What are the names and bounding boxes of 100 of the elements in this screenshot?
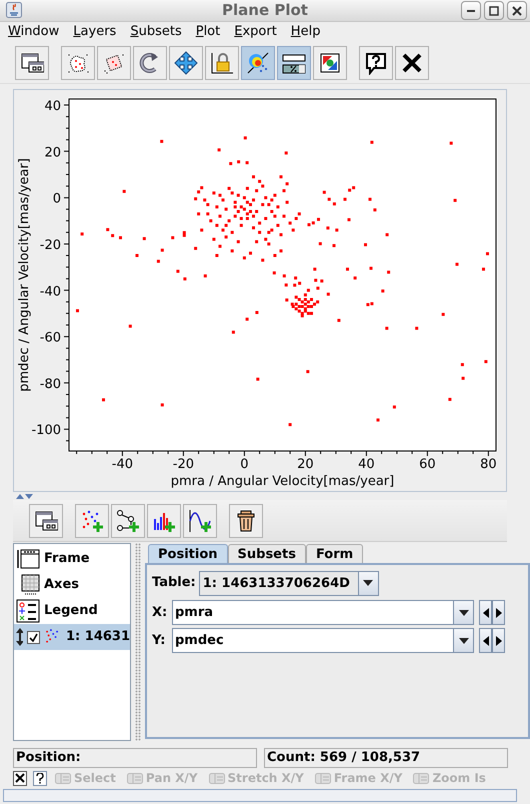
data-point <box>316 286 320 290</box>
data-point <box>261 258 264 262</box>
column-dropdown[interactable]: pmdec <box>172 628 474 653</box>
data-point <box>106 228 110 232</box>
data-point <box>160 248 164 252</box>
toolbar-button[interactable] <box>183 504 217 538</box>
data-point <box>237 160 240 164</box>
table-dropdown[interactable]: 1: 1463133706264D <box>198 570 379 596</box>
data-point <box>332 202 336 206</box>
toolbar-button[interactable] <box>395 46 429 80</box>
data-point <box>176 270 180 273</box>
previous-button[interactable] <box>479 628 492 653</box>
data-point <box>450 142 453 145</box>
toolbar-button[interactable] <box>229 504 263 538</box>
y-tick-label: -80 <box>40 376 61 392</box>
data-point <box>240 224 243 227</box>
toolbar-button[interactable] <box>205 46 239 80</box>
menu-item[interactable]: Help <box>290 22 320 42</box>
close-icon <box>400 50 424 74</box>
heatmap-icon <box>246 50 270 74</box>
data-point <box>234 214 237 218</box>
toolbar-button[interactable] <box>61 46 95 80</box>
menu-item[interactable]: Subsets <box>130 22 182 42</box>
x-tick-label: 60 <box>419 457 436 472</box>
data-point <box>298 212 301 216</box>
tab[interactable]: Position <box>148 544 228 563</box>
data-point <box>171 236 174 240</box>
data-point <box>337 318 340 322</box>
data-point <box>256 378 260 381</box>
data-point <box>462 376 465 380</box>
column-dropdown[interactable]: pmra <box>172 600 474 625</box>
toolbar-button[interactable] <box>133 46 167 80</box>
toolbar-button[interactable] <box>169 46 203 80</box>
toolbar-button[interactable] <box>15 46 49 80</box>
close-toggle[interactable] <box>13 770 27 786</box>
drag-arrows-icon[interactable] <box>16 628 24 646</box>
close-button[interactable] <box>507 1 527 20</box>
data-point <box>284 152 288 154</box>
maximize-icon <box>489 6 499 16</box>
dropdown-arrow-button[interactable] <box>358 572 378 594</box>
data-point <box>264 217 268 220</box>
layer-list-item[interactable]: 1: 14631 <box>14 624 130 650</box>
data-point <box>230 192 234 194</box>
dropdown-arrow-button[interactable] <box>453 601 473 624</box>
toolbar-button[interactable] <box>111 504 145 538</box>
toolbar-button[interactable] <box>359 46 393 80</box>
tab[interactable]: Subsets <box>228 544 306 563</box>
data-point <box>460 363 464 366</box>
data-point <box>276 224 280 227</box>
next-button[interactable] <box>492 600 505 625</box>
help-toggle[interactable] <box>33 770 47 786</box>
data-point <box>280 233 282 236</box>
data-point <box>200 228 204 232</box>
visibility-checkbox[interactable] <box>27 630 40 644</box>
data-point <box>252 198 255 202</box>
menu-item[interactable]: Export <box>234 22 277 42</box>
coordinate-label: Y: <box>152 632 166 650</box>
y-tick-label: -20 <box>40 238 61 253</box>
window-title: Plane Plot <box>222 0 308 22</box>
data-point <box>183 277 186 280</box>
column-value: pmdec <box>174 632 225 650</box>
maximize-button[interactable] <box>484 1 504 20</box>
caret-icon <box>458 610 468 616</box>
frame-icon <box>16 547 40 571</box>
data-point <box>484 360 488 364</box>
data-point <box>292 228 295 232</box>
menu-item[interactable]: Plot <box>196 22 220 42</box>
data-point <box>293 284 296 287</box>
checkmark-icon <box>28 632 38 642</box>
toolbar-button[interactable] <box>29 504 63 538</box>
data-point <box>224 208 228 211</box>
toolbar-button[interactable] <box>147 504 181 538</box>
data-point <box>255 311 258 314</box>
left-arrow-icon <box>482 608 488 618</box>
data-point <box>218 214 222 218</box>
tab[interactable]: Form <box>306 544 364 563</box>
data-point <box>215 205 218 208</box>
data-point <box>255 240 258 244</box>
previous-button[interactable] <box>479 600 492 625</box>
toolbar-button[interactable] <box>277 46 311 80</box>
data-point <box>286 182 289 186</box>
data-point <box>246 186 249 190</box>
minimize-button[interactable] <box>461 1 481 20</box>
dropdown-arrow-button[interactable] <box>453 629 473 652</box>
x-tick-label: -20 <box>172 457 194 472</box>
data-point <box>236 240 240 244</box>
data-point <box>294 217 298 220</box>
data-point <box>76 309 79 312</box>
data-point <box>285 298 288 302</box>
data-point <box>298 282 302 285</box>
menu-item[interactable]: Window <box>8 22 60 42</box>
next-button[interactable] <box>492 628 505 653</box>
splitter-handle[interactable] <box>135 543 141 741</box>
toolbar-button[interactable] <box>313 46 347 80</box>
minimize-icon <box>467 10 475 12</box>
data-point <box>486 252 489 256</box>
data-point <box>264 196 268 200</box>
data-point <box>80 232 84 236</box>
menu-item[interactable]: Layers <box>73 22 116 42</box>
data-point <box>218 148 221 152</box>
